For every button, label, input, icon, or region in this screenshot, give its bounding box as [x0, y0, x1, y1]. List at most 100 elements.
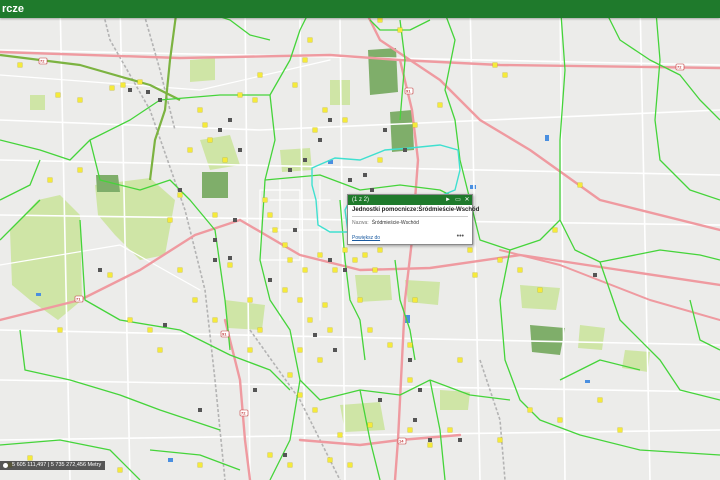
poi-marker-dark[interactable]: [313, 333, 317, 337]
poi-marker-dark[interactable]: [233, 218, 237, 222]
poi-marker-dark[interactable]: [128, 88, 132, 92]
poi-marker-dark[interactable]: [408, 358, 412, 362]
poi-marker-yellow[interactable]: [322, 302, 328, 308]
poi-marker-dark[interactable]: [418, 388, 422, 392]
poi-marker-yellow[interactable]: [312, 407, 318, 413]
poi-marker-yellow[interactable]: [282, 287, 288, 293]
poi-marker-yellow[interactable]: [322, 107, 328, 113]
poi-marker-yellow[interactable]: [347, 462, 353, 468]
poi-marker-yellow[interactable]: [327, 327, 333, 333]
poi-marker-yellow[interactable]: [107, 272, 113, 278]
poi-marker-dark[interactable]: [328, 118, 332, 122]
close-icon[interactable]: ✕: [463, 195, 471, 205]
poi-marker-yellow[interactable]: [197, 462, 203, 468]
poi-marker-yellow[interactable]: [342, 247, 348, 253]
poi-marker-dark[interactable]: [413, 418, 417, 422]
poi-marker-yellow[interactable]: [427, 442, 433, 448]
poi-marker-yellow[interactable]: [342, 117, 348, 123]
poi-marker-yellow[interactable]: [47, 177, 53, 183]
poi-marker-dark[interactable]: [428, 438, 432, 442]
poi-marker-yellow[interactable]: [267, 212, 273, 218]
poi-marker-yellow[interactable]: [27, 455, 33, 461]
poi-marker-yellow[interactable]: [397, 27, 403, 33]
poi-marker-dark[interactable]: [178, 188, 182, 192]
poi-marker-dark[interactable]: [318, 138, 322, 142]
poi-marker-yellow[interactable]: [252, 97, 258, 103]
poi-marker-yellow[interactable]: [262, 197, 268, 203]
poi-marker-yellow[interactable]: [362, 252, 368, 258]
poi-marker-yellow[interactable]: [137, 79, 143, 85]
poi-marker-dark[interactable]: [363, 173, 367, 177]
poi-marker-yellow[interactable]: [127, 317, 133, 323]
poi-marker-yellow[interactable]: [237, 92, 243, 98]
poi-marker-yellow[interactable]: [202, 122, 208, 128]
poi-marker-yellow[interactable]: [357, 297, 363, 303]
poi-marker-yellow[interactable]: [247, 347, 253, 353]
poi-marker-yellow[interactable]: [412, 297, 418, 303]
poi-marker-yellow[interactable]: [297, 347, 303, 353]
poi-marker-yellow[interactable]: [307, 37, 313, 43]
pin-icon[interactable]: [3, 463, 8, 468]
poi-marker-dark[interactable]: [228, 256, 232, 260]
poi-marker-yellow[interactable]: [227, 262, 233, 268]
poi-marker-dark[interactable]: [268, 278, 272, 282]
poi-marker-dark[interactable]: [218, 128, 222, 132]
zoom-to-link[interactable]: Powiększ do: [352, 235, 380, 241]
poi-marker-dark[interactable]: [213, 258, 217, 262]
poi-marker-yellow[interactable]: [257, 327, 263, 333]
poi-marker-yellow[interactable]: [17, 62, 23, 68]
poi-marker-dark[interactable]: [98, 268, 102, 272]
poi-marker-yellow[interactable]: [377, 247, 383, 253]
poi-marker-dark[interactable]: [348, 178, 352, 182]
poi-marker-dark[interactable]: [328, 258, 332, 262]
poi-marker-yellow[interactable]: [617, 427, 623, 433]
poi-marker-dark[interactable]: [198, 408, 202, 412]
poi-marker-dark[interactable]: [293, 228, 297, 232]
poi-marker-yellow[interactable]: [597, 397, 603, 403]
poi-marker-yellow[interactable]: [297, 297, 303, 303]
feature-popup[interactable]: (1 z 2) ► ▭ ✕ Jednostki pomocnicze:Śródm…: [347, 194, 479, 245]
poi-marker-yellow[interactable]: [287, 257, 293, 263]
poi-marker-yellow[interactable]: [282, 242, 288, 248]
poi-marker-yellow[interactable]: [367, 422, 373, 428]
poi-marker-yellow[interactable]: [212, 317, 218, 323]
poi-marker-yellow[interactable]: [497, 257, 503, 263]
poi-marker-dark[interactable]: [343, 268, 347, 272]
poi-marker-dark[interactable]: [303, 158, 307, 162]
poi-marker-yellow[interactable]: [192, 297, 198, 303]
more-actions-button[interactable]: •••: [457, 233, 464, 240]
poi-marker-yellow[interactable]: [287, 462, 293, 468]
poi-marker-yellow[interactable]: [222, 157, 228, 163]
poi-marker-dark[interactable]: [333, 348, 337, 352]
poi-marker-yellow[interactable]: [577, 182, 583, 188]
poi-marker-yellow[interactable]: [177, 192, 183, 198]
poi-marker-yellow[interactable]: [55, 92, 61, 98]
poi-marker-yellow[interactable]: [197, 107, 203, 113]
poi-marker-yellow[interactable]: [332, 267, 338, 273]
poi-marker-yellow[interactable]: [292, 82, 298, 88]
poi-marker-yellow[interactable]: [412, 122, 418, 128]
poi-marker-yellow[interactable]: [77, 97, 83, 103]
poi-marker-yellow[interactable]: [212, 212, 218, 218]
poi-marker-yellow[interactable]: [367, 327, 373, 333]
poi-marker-yellow[interactable]: [267, 452, 273, 458]
poi-marker-dark[interactable]: [238, 148, 242, 152]
poi-marker-yellow[interactable]: [117, 467, 123, 473]
poi-marker-yellow[interactable]: [437, 102, 443, 108]
poi-marker-yellow[interactable]: [297, 392, 303, 398]
poi-marker-yellow[interactable]: [557, 417, 563, 423]
poi-marker-yellow[interactable]: [457, 357, 463, 363]
poi-marker-yellow[interactable]: [257, 72, 263, 78]
poi-marker-dark[interactable]: [403, 148, 407, 152]
poi-marker-yellow[interactable]: [287, 372, 293, 378]
poi-marker-yellow[interactable]: [527, 407, 533, 413]
poi-marker-yellow[interactable]: [407, 342, 413, 348]
arrow-right-icon[interactable]: ►: [444, 195, 452, 205]
poi-marker-yellow[interactable]: [387, 342, 393, 348]
poi-marker-yellow[interactable]: [327, 457, 333, 463]
poi-marker-dark[interactable]: [213, 238, 217, 242]
poi-marker-dark[interactable]: [370, 188, 374, 192]
poi-marker-yellow[interactable]: [147, 327, 153, 333]
poi-marker-yellow[interactable]: [207, 137, 213, 143]
dock-icon[interactable]: ▭: [454, 195, 462, 205]
